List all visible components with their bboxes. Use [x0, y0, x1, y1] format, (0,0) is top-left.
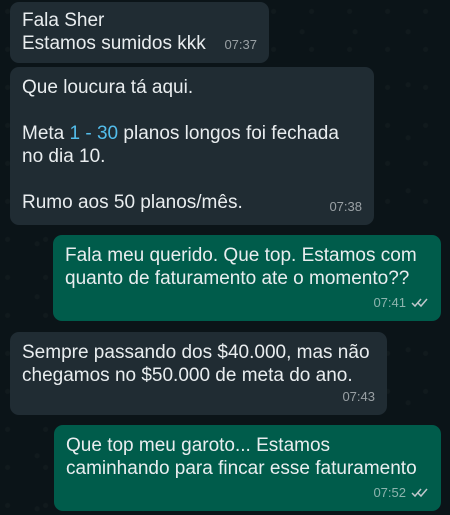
message-meta: 07:52: [373, 481, 429, 504]
message-time: 07:52: [373, 485, 406, 500]
message-bubble-incoming[interactable]: Que loucura tá aqui. Meta 1 - 30 planos …: [10, 67, 374, 225]
message-time: 07:38: [329, 199, 362, 214]
message-text: Que loucura tá aqui. Meta 1 - 30 planos …: [22, 77, 339, 213]
double-check-icon: [411, 298, 428, 308]
message-bubble-outgoing[interactable]: Que top meu garoto... Estamos caminhando…: [54, 425, 441, 511]
message-bubble-incoming[interactable]: Sempre passando dos $40.000, mas não che…: [10, 332, 387, 415]
message-link[interactable]: 1 - 30: [70, 123, 119, 144]
message-text: Fala Sher Estamos sumidos kkk: [22, 10, 206, 54]
message-bubble-incoming[interactable]: Fala Sher Estamos sumidos kkk 07:37: [10, 2, 269, 63]
message-text: Fala meu querido. Que top. Estamos com q…: [65, 245, 417, 289]
message-time: 07:41: [373, 295, 406, 310]
message-bubble-outgoing[interactable]: Fala meu querido. Que top. Estamos com q…: [53, 235, 441, 321]
message-meta: 07:43: [342, 385, 375, 408]
double-check-icon: [411, 488, 428, 498]
message-text: Que top meu garoto... Estamos caminhando…: [66, 435, 417, 479]
message-meta: 07:38: [329, 195, 362, 218]
message-text: Sempre passando dos $40.000, mas não che…: [22, 342, 370, 386]
message-time: 07:37: [224, 37, 257, 52]
message-meta: 07:41: [373, 291, 429, 314]
message-time: 07:43: [342, 389, 375, 404]
message-meta: 07:37: [224, 33, 257, 56]
